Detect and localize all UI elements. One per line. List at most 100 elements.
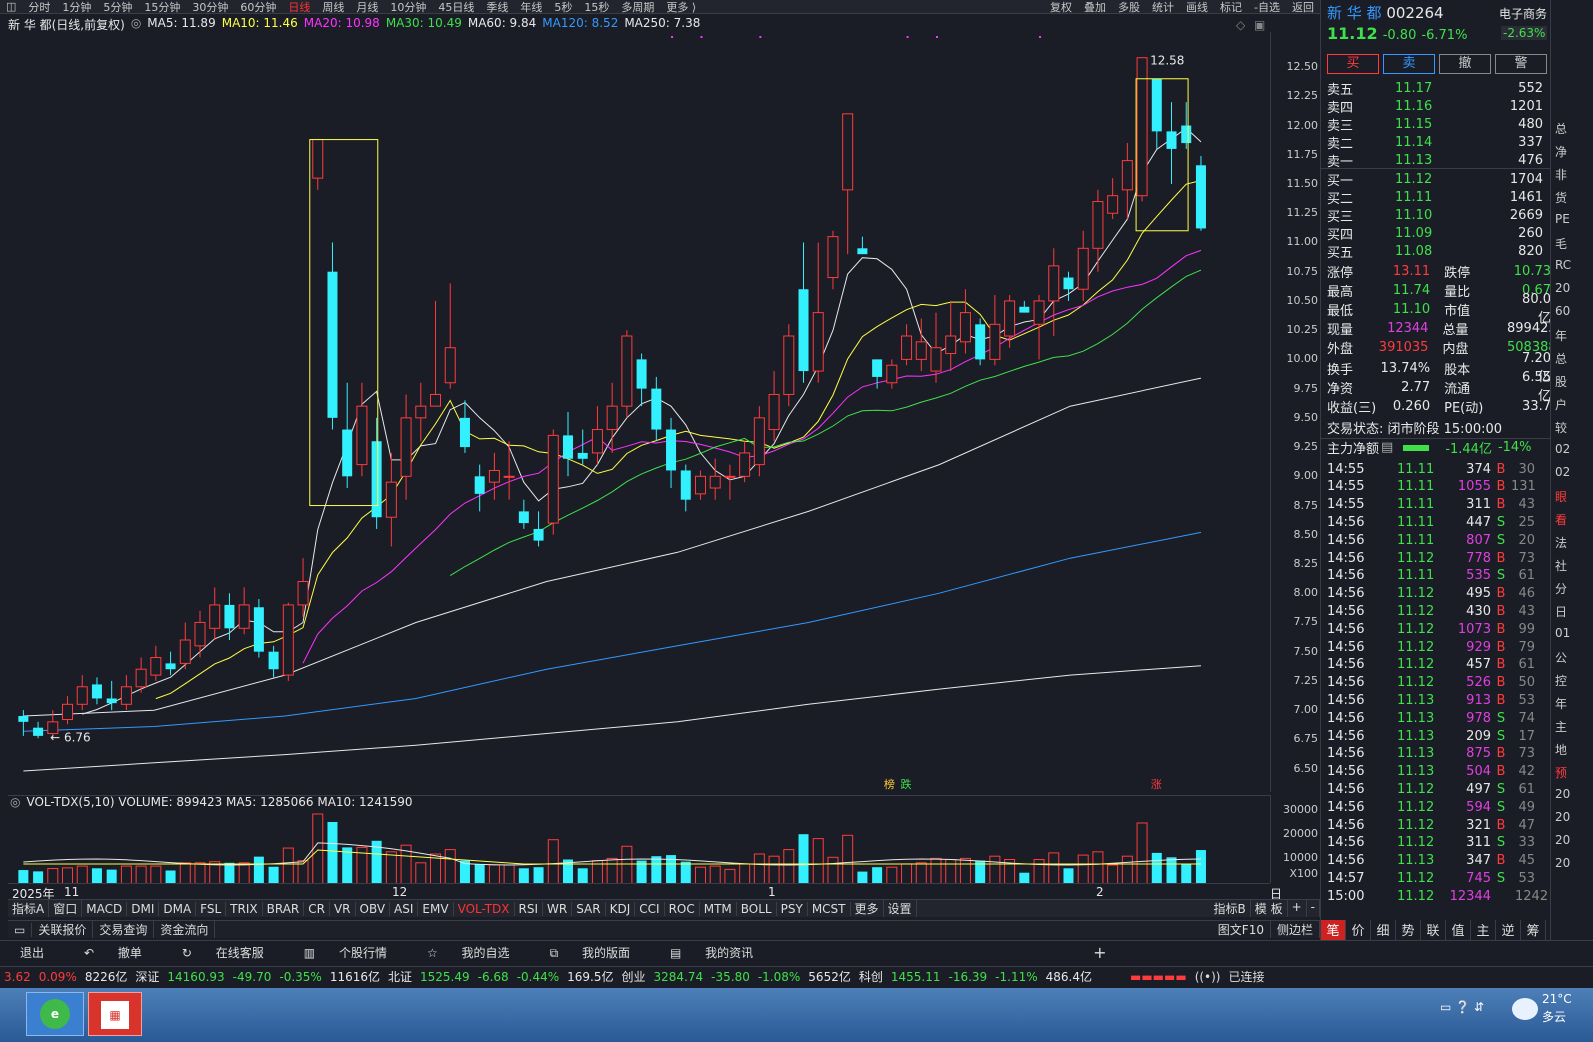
- period-tab[interactable]: 分时: [22, 0, 56, 14]
- indicator-tab[interactable]: SAR: [572, 901, 606, 916]
- industry-label[interactable]: 电子商务: [1499, 5, 1547, 22]
- order-book-row[interactable]: 买一 11.12 1704: [1321, 170, 1551, 189]
- period-tab[interactable]: 15分钟: [138, 0, 186, 14]
- taskbar-trading-app-icon[interactable]: ▦: [88, 992, 142, 1036]
- indicator-tab[interactable]: FSL: [196, 901, 227, 916]
- indicator-tab[interactable]: WR: [543, 901, 573, 916]
- order-book-row[interactable]: 卖二 11.14 337: [1321, 133, 1551, 152]
- quote-bottom-tab[interactable]: 值: [1446, 920, 1471, 940]
- indicator-tab[interactable]: 指标A: [8, 900, 50, 917]
- indicator-tab[interactable]: DMI: [127, 901, 160, 916]
- indicator-tab[interactable]: 更多: [851, 900, 884, 917]
- period-tab[interactable]: 1分钟: [56, 0, 97, 14]
- toolbar-button[interactable]: ☆ 我的自选: [407, 944, 530, 961]
- diamond-icon[interactable]: ◇: [1236, 18, 1245, 32]
- indicator-tab[interactable]: 设置: [884, 900, 917, 917]
- info-tab[interactable]: 关联报价: [32, 921, 94, 938]
- top-right-menu-item[interactable]: 多股: [1112, 0, 1146, 14]
- quote-bottom-tab[interactable]: 筹: [1521, 920, 1546, 940]
- period-tab[interactable]: 年线: [514, 0, 548, 14]
- indicator-tab[interactable]: VOL-TDX: [454, 901, 515, 916]
- toolbar-button[interactable]: ▥ 个股行情: [284, 944, 407, 961]
- indicator-right-button[interactable]: -: [1307, 900, 1320, 917]
- quote-bottom-tab[interactable]: 价: [1346, 920, 1371, 940]
- indicator-tab[interactable]: BRAR: [263, 901, 305, 916]
- quote-bottom-tab[interactable]: 逆: [1496, 920, 1521, 940]
- top-right-menu-item[interactable]: 复权: [1044, 0, 1078, 14]
- top-right-menu-item[interactable]: 返回: [1286, 0, 1320, 14]
- flow-menu-icon[interactable]: ▤: [1381, 440, 1393, 455]
- indicator-tab[interactable]: EMV: [418, 901, 454, 916]
- toolbar-button[interactable]: 退出: [0, 944, 64, 961]
- indicator-tab[interactable]: RSI: [515, 901, 544, 916]
- period-tab[interactable]: 15秒: [578, 0, 615, 14]
- alert-button[interactable]: 警: [1495, 54, 1547, 74]
- order-book-row[interactable]: 卖一 11.13 476: [1321, 151, 1551, 170]
- info-right-button[interactable]: 侧边栏: [1271, 921, 1320, 938]
- top-right-menu-item[interactable]: 统计: [1146, 0, 1180, 14]
- order-book-row[interactable]: 买二 11.11 1461: [1321, 188, 1551, 207]
- buy-button[interactable]: 买: [1327, 54, 1379, 74]
- info-tab[interactable]: 资金流向: [154, 921, 216, 938]
- top-right-menu-item[interactable]: 画线: [1180, 0, 1214, 14]
- period-tab[interactable]: 60分钟: [234, 0, 282, 14]
- top-right-menu-item[interactable]: 叠加: [1078, 0, 1112, 14]
- indicator-tab[interactable]: BOLL: [737, 901, 777, 916]
- toolbar-button[interactable]: ↻ 在线客服: [162, 944, 284, 961]
- indicator-tab[interactable]: 窗口: [49, 900, 83, 917]
- toolbar-button[interactable]: +: [1073, 943, 1126, 962]
- indicator-tab[interactable]: OBV: [356, 901, 391, 916]
- window-menu-icon[interactable]: ◫: [0, 0, 22, 13]
- indicator-right-button[interactable]: 模 板: [1251, 900, 1288, 917]
- period-tab[interactable]: 月线: [350, 0, 384, 14]
- period-tab[interactable]: 季线: [480, 0, 514, 14]
- indicator-tab[interactable]: MACD: [82, 901, 128, 916]
- vol-toggle-icon[interactable]: ◎: [10, 795, 20, 811]
- period-tab[interactable]: 更多 ⟩: [660, 0, 702, 14]
- tray-icons[interactable]: ▭ ❔ ⇵: [1440, 1000, 1484, 1014]
- indicator-tab[interactable]: ASI: [390, 901, 419, 916]
- panel-toggle-icon[interactable]: ▭: [8, 922, 33, 937]
- sell-button[interactable]: 卖: [1383, 54, 1435, 74]
- info-right-button[interactable]: 图文F10: [1212, 921, 1271, 938]
- order-book-row[interactable]: 买四 11.09 260: [1321, 224, 1551, 243]
- period-tab[interactable]: 30分钟: [186, 0, 234, 14]
- indicator-tab[interactable]: ROC: [665, 901, 700, 916]
- top-right-menu-item[interactable]: -自选: [1248, 0, 1286, 14]
- price-chart[interactable]: 12.58 ← 6.76 榜跌 涨: [8, 32, 1270, 792]
- quote-bottom-tab[interactable]: 联: [1421, 920, 1446, 940]
- info-tab[interactable]: 交易查询: [93, 921, 155, 938]
- indicator-tab[interactable]: MCST: [808, 901, 851, 916]
- indicator-right-button[interactable]: 指标B: [1210, 900, 1251, 917]
- indicator-tab[interactable]: DMA: [159, 901, 197, 916]
- order-book-row[interactable]: 卖四 11.16 1201: [1321, 97, 1551, 116]
- period-tab[interactable]: 10分钟: [384, 0, 432, 14]
- quote-bottom-tab[interactable]: 势: [1396, 920, 1421, 940]
- period-tab[interactable]: 周线: [316, 0, 350, 14]
- indicator-tab[interactable]: VR: [330, 901, 356, 916]
- toolbar-button[interactable]: ⧉ 我的版面: [530, 944, 650, 961]
- period-tab[interactable]: 多周期: [615, 0, 660, 14]
- quote-bottom-tab[interactable]: 笔: [1321, 920, 1346, 940]
- indicator-tab[interactable]: CCI: [635, 901, 665, 916]
- toolbar-button[interactable]: ↶ 撤单: [64, 944, 162, 961]
- toolbar-button[interactable]: ▤ 我的资讯: [650, 944, 773, 961]
- order-book-row[interactable]: 买五 11.08 820: [1321, 242, 1551, 261]
- period-tab[interactable]: 5秒: [548, 0, 578, 14]
- indicator-tab[interactable]: MTM: [700, 901, 737, 916]
- cancel-order-button[interactable]: 撤: [1439, 54, 1491, 74]
- period-tab[interactable]: 日线: [282, 0, 316, 14]
- indicator-tab[interactable]: KDJ: [606, 901, 636, 916]
- order-book-row[interactable]: 卖五 11.17 552: [1321, 79, 1551, 98]
- indicator-tab[interactable]: TRIX: [226, 901, 263, 916]
- window-icon[interactable]: ▣: [1254, 18, 1265, 32]
- period-tab[interactable]: 5分钟: [97, 0, 138, 14]
- taskbar-browser-icon[interactable]: e: [26, 992, 84, 1036]
- order-book-row[interactable]: 买三 11.10 2669: [1321, 206, 1551, 225]
- indicator-right-button[interactable]: +: [1288, 900, 1307, 917]
- indicator-tab[interactable]: CR: [304, 901, 330, 916]
- indicator-tab[interactable]: PSY: [777, 901, 808, 916]
- quote-bottom-tab[interactable]: 主: [1471, 920, 1496, 940]
- top-right-menu-item[interactable]: 标记: [1214, 0, 1248, 14]
- period-tab[interactable]: 45日线: [432, 0, 480, 14]
